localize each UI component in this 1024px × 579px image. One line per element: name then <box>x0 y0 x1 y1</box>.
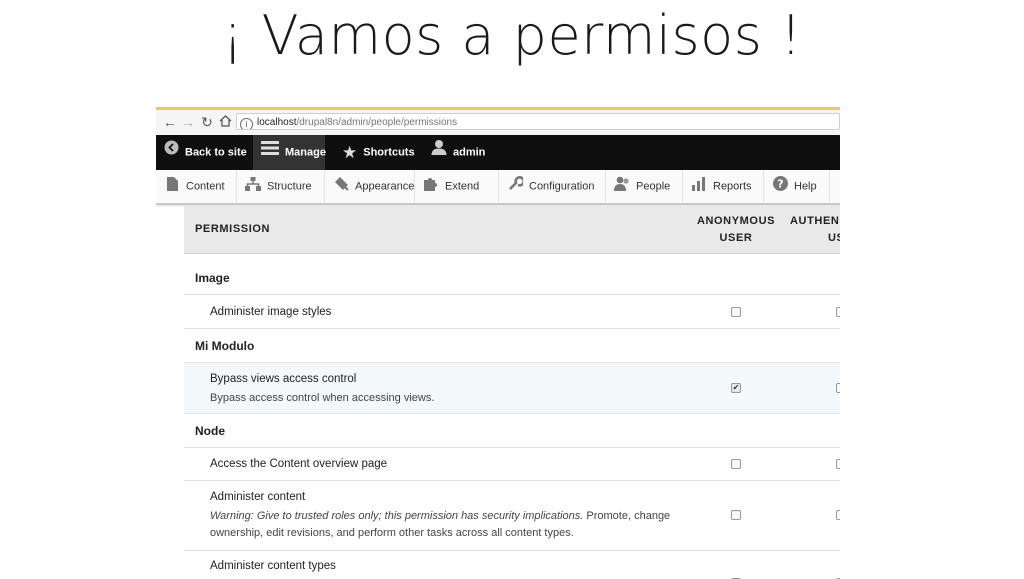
authenticated-column-header: AUTHEN US <box>790 215 840 244</box>
module-row-image: Image <box>184 262 840 295</box>
shortcuts-tab[interactable]: ★ Shortcuts <box>342 135 415 170</box>
people-icon <box>614 170 630 203</box>
forward-arrow-icon[interactable]: → <box>180 114 196 130</box>
permission-column-header: PERMISSION <box>195 223 271 235</box>
anonymous-checkbox[interactable]: ✔ <box>731 383 741 393</box>
permission-title: Access the Content overview page <box>210 458 388 470</box>
anonymous-checkbox[interactable] <box>731 459 741 469</box>
tray-item-label: Appearance <box>355 180 415 193</box>
anonymous-checkbox[interactable] <box>731 510 741 520</box>
user-icon <box>431 135 447 170</box>
wrench-icon <box>507 170 525 203</box>
table-row: Access the Content overview page <box>184 448 840 481</box>
reload-icon[interactable]: ↻ <box>199 114 215 130</box>
puzzle-icon <box>423 170 439 203</box>
authenticated-checkbox[interactable] <box>836 307 840 317</box>
module-row-mi-modulo: Mi Modulo <box>184 329 840 363</box>
tray-item-label: Help <box>794 180 817 193</box>
help-icon: ? <box>772 170 788 203</box>
tray-item-label: Structure <box>267 180 312 193</box>
home-icon[interactable] <box>217 114 233 130</box>
anonymous-checkbox[interactable] <box>731 307 741 317</box>
manage-tab[interactable]: Manage <box>253 135 326 170</box>
tray-item-reports[interactable]: Reports <box>683 170 764 203</box>
authenticated-checkbox[interactable] <box>836 383 840 393</box>
security-warning: Warning: Give to trusted roles only; thi… <box>210 510 584 522</box>
tray-item-label: People <box>636 180 671 193</box>
url-host: localhost <box>257 117 297 128</box>
brush-icon <box>333 170 349 203</box>
tray-item-structure[interactable]: Structure <box>237 170 325 203</box>
info-icon: i <box>240 118 253 129</box>
table-row: Bypass views access control Bypass acces… <box>184 363 840 414</box>
screenshot-frame: ← → ↻ i localhost/drupal8n/admin/people/p… <box>156 107 840 579</box>
svg-text:?: ? <box>777 178 783 191</box>
user-label: admin <box>453 146 486 159</box>
table-row: Administer content Warning: Give to trus… <box>184 481 840 551</box>
star-icon: ★ <box>342 143 358 162</box>
chart-icon <box>691 170 707 203</box>
module-label: Image <box>195 271 230 285</box>
module-row-node: Node <box>184 414 840 448</box>
permission-title: Bypass views access control <box>210 373 357 385</box>
tray-item-appearance[interactable]: Appearance <box>325 170 415 203</box>
tray-item-extend[interactable]: Extend <box>415 170 499 203</box>
user-tab[interactable]: admin <box>431 135 485 170</box>
permission-title: Administer content <box>210 491 306 503</box>
table-header: PERMISSION ANONYMOUS USER AUTHEN US <box>184 205 840 254</box>
admin-toolbar: Back to site Manage ★ Shortcuts admin <box>156 135 840 170</box>
tray-item-label: Extend <box>445 180 480 193</box>
authenticated-checkbox[interactable] <box>836 459 840 469</box>
module-label: Mi Modulo <box>195 339 255 353</box>
permission-title: Administer content types <box>210 560 336 572</box>
back-to-site-label: Back to site <box>185 146 247 159</box>
structure-icon <box>245 170 261 203</box>
permission-title: Administer image styles <box>210 306 332 318</box>
slide-title: ¡ Vamos a permisos ! <box>221 4 803 67</box>
browser-bar: ← → ↻ i localhost/drupal8n/admin/people/p… <box>156 110 840 136</box>
tray-item-label: Configuration <box>529 180 595 193</box>
manage-label: Manage <box>285 146 326 159</box>
permission-description: Bypass access control when accessing vie… <box>210 392 435 404</box>
authenticated-checkbox[interactable] <box>836 510 840 520</box>
back-circle-icon <box>164 135 179 170</box>
permission-description: Warning: Give to trusted roles only; thi… <box>210 510 671 539</box>
file-icon <box>164 170 180 203</box>
url-path: /drupal8n/admin/people/permissions <box>296 117 458 128</box>
tray-item-people[interactable]: People <box>606 170 683 203</box>
tray-item-configuration[interactable]: Configuration <box>499 170 606 203</box>
tray-item-label: Content <box>186 180 225 193</box>
anonymous-column-header: ANONYMOUS USER <box>696 215 776 244</box>
url-bar[interactable]: i localhost/drupal8n/admin/people/permiss… <box>236 113 840 130</box>
tray-item-content[interactable]: Content <box>156 170 237 203</box>
module-label: Node <box>195 424 225 438</box>
table-row: Administer image styles <box>184 295 840 329</box>
table-row: Administer content types <box>184 551 840 579</box>
back-to-site-link[interactable]: Back to site <box>164 135 247 170</box>
back-arrow-icon[interactable]: ← <box>162 114 178 130</box>
tray-item-help[interactable]: ? Help <box>764 170 830 203</box>
menu-icon <box>261 135 279 170</box>
admin-tray: Content Structure Appearance Extend Conf… <box>156 170 840 205</box>
tray-item-label: Reports <box>713 180 752 193</box>
shortcuts-label: Shortcuts <box>363 146 415 159</box>
